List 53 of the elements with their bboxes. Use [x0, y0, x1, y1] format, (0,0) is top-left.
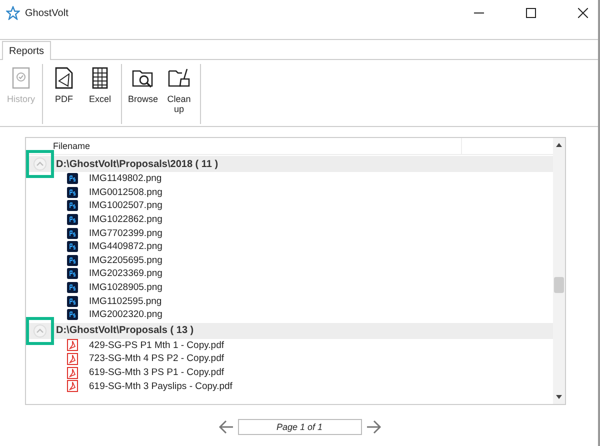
scroll-up-icon[interactable] — [556, 143, 562, 147]
pdf-file-icon — [67, 380, 78, 392]
file-name: IMG0012508.png — [89, 186, 162, 198]
file-name: IMG1149802.png — [89, 173, 162, 184]
file-name: IMG2002320.png — [89, 309, 162, 320]
ribbon-button[interactable]: Clean up — [164, 64, 194, 124]
document-icon — [53, 66, 75, 90]
ribbon-button[interactable]: Excel — [85, 64, 115, 124]
image-file-icon — [67, 200, 78, 212]
file-name: IMG2023369.png — [89, 268, 162, 280]
page-field[interactable]: Page 1 of 1 — [238, 419, 362, 435]
file-name: IMG7702399.png — [89, 228, 162, 239]
image-file-icon — [67, 241, 78, 252]
file-name: IMG1002507.png — [89, 200, 162, 212]
scrollbar-thumb[interactable] — [554, 277, 564, 293]
pdf-file-icon — [67, 352, 78, 365]
image-file-icon — [67, 282, 78, 294]
image-file-icon — [67, 254, 78, 266]
file-name: 429-SG-PS P1 Mth 1 - Copy.pdf — [89, 340, 224, 351]
file-name: IMG1102595.png — [89, 296, 162, 307]
image-file-icon — [67, 268, 78, 280]
collapse-button[interactable] — [26, 150, 54, 178]
file-name: 619-SG-Mth 3 PS P1 - Copy.pdf — [89, 367, 224, 378]
maximize-icon[interactable] — [526, 8, 536, 18]
image-file-icon — [67, 173, 78, 184]
group-header: D:\GhostVolt\Proposals\2018 ( 11 ) — [56, 158, 218, 170]
image-file-icon — [67, 309, 78, 320]
reports-tab[interactable]: Reports — [2, 41, 52, 60]
file-name: 723-SG-Mth 4 PS P2 - Copy.pdf — [89, 353, 224, 364]
image-file-icon — [67, 214, 78, 226]
close-icon[interactable] — [578, 8, 588, 18]
file-name: IMG4409872.png — [89, 241, 162, 252]
group-header: D:\GhostVolt\Proposals ( 13 ) — [56, 325, 194, 336]
pdf-file-icon — [67, 366, 78, 379]
column-header[interactable]: Filename — [26, 138, 462, 154]
file-name: IMG2205695.png — [89, 254, 162, 266]
scroll-down-icon[interactable] — [556, 395, 562, 399]
pdf-file-icon — [67, 339, 78, 352]
ribbon-button[interactable]: PDF — [49, 64, 79, 124]
collapse-button[interactable] — [26, 316, 54, 345]
image-file-icon — [67, 296, 78, 307]
image-file-icon — [67, 228, 78, 239]
scrollbar[interactable] — [553, 138, 565, 404]
clipboard-check-icon — [10, 66, 32, 90]
star-logo-icon — [6, 6, 20, 20]
file-name: IMG1028905.png — [89, 282, 162, 294]
left-arrow-icon[interactable] — [218, 420, 234, 434]
image-file-icon — [67, 186, 78, 198]
file-name: 619-SG-Mth 3 Payslips - Copy.pdf — [89, 380, 232, 392]
window-title: GhostVolt — [25, 8, 68, 18]
ribbon-button[interactable]: Browse — [128, 64, 158, 124]
right-arrow-icon[interactable] — [366, 420, 382, 434]
file-name: IMG1022862.png — [89, 214, 162, 226]
